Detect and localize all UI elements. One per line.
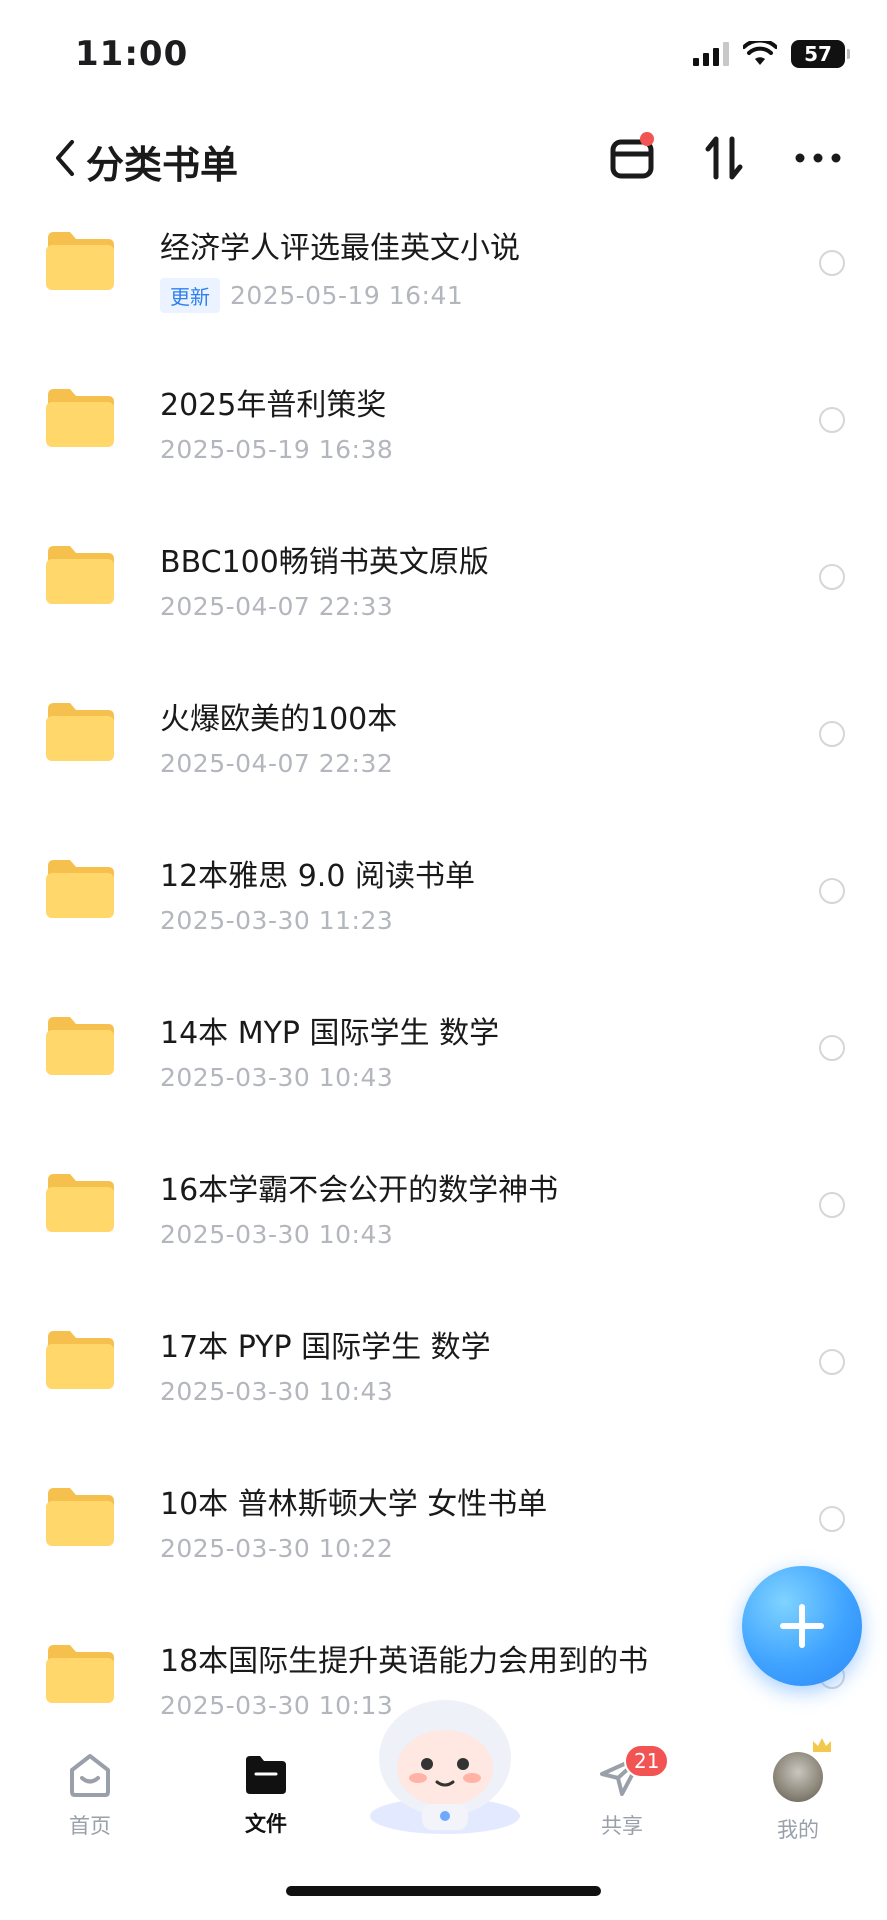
folder-row[interactable]: 火爆欧美的100本 2025-04-07 22:32	[0, 671, 887, 828]
tab-share-label: 共享	[601, 1814, 643, 1838]
folder-date: 2025-05-19 16:41	[230, 281, 464, 310]
folder-meta: 2025-03-30 10:22	[160, 1534, 393, 1563]
select-checkbox[interactable]	[819, 1506, 845, 1532]
folder-meta: 更新 2025-05-19 16:41	[160, 278, 463, 313]
folder-row[interactable]: 16本学霸不会公开的数学神书 2025-03-30 10:43	[0, 1142, 887, 1299]
folder-meta: 2025-03-30 10:43	[160, 1220, 393, 1249]
folder-icon	[46, 1174, 114, 1232]
cellular-signal-icon	[693, 42, 729, 66]
wifi-icon	[743, 41, 777, 65]
folder-date: 2025-03-30 10:43	[160, 1220, 394, 1249]
transfer-list-button[interactable]	[604, 130, 660, 186]
tab-files[interactable]: 文件	[206, 1752, 326, 1838]
select-checkbox[interactable]	[819, 878, 845, 904]
folder-meta: 2025-04-07 22:32	[160, 749, 393, 778]
folder-date: 2025-04-07 22:32	[160, 749, 394, 778]
sort-icon	[705, 136, 743, 180]
folder-row[interactable]: BBC100畅销书英文原版 2025-04-07 22:33	[0, 514, 887, 671]
folder-icon	[46, 546, 114, 604]
folder-name: 火爆欧美的100本	[160, 702, 398, 737]
updated-badge: 更新	[160, 278, 220, 313]
folder-meta: 2025-03-30 10:43	[160, 1377, 393, 1406]
folder-filled-icon	[246, 1756, 286, 1794]
status-time: 11:00	[75, 34, 189, 74]
folder-meta: 2025-03-30 11:23	[160, 906, 393, 935]
folder-icon	[46, 1017, 114, 1075]
tab-home[interactable]: 首页	[30, 1752, 150, 1840]
more-dots-icon	[795, 153, 841, 163]
folder-name: 17本 PYP 国际学生 数学	[160, 1330, 491, 1365]
navigation-header: 分类书单	[0, 120, 887, 196]
tab-home-label: 首页	[69, 1814, 111, 1838]
sort-button[interactable]	[696, 130, 752, 186]
select-checkbox[interactable]	[819, 1192, 845, 1218]
select-checkbox[interactable]	[819, 250, 845, 276]
folder-name: 10本 普林斯顿大学 女性书单	[160, 1487, 548, 1522]
folder-row[interactable]: 14本 MYP 国际学生 数学 2025-03-30 10:43	[0, 985, 887, 1142]
folder-icon	[46, 1645, 114, 1703]
folder-name: 12本雅思 9.0 阅读书单	[160, 859, 475, 894]
folder-date: 2025-03-30 10:22	[160, 1534, 394, 1563]
folder-icon	[46, 860, 114, 918]
share-count-badge: 21	[624, 1744, 670, 1778]
folder-meta: 2025-05-19 16:38	[160, 435, 393, 464]
folder-icon	[46, 1331, 114, 1389]
notification-dot	[640, 132, 654, 146]
tab-files-label: 文件	[245, 1812, 287, 1836]
folder-meta: 2025-04-07 22:33	[160, 592, 393, 621]
folder-icon	[46, 232, 114, 290]
tab-mine[interactable]: 我的	[738, 1738, 858, 1844]
folder-icon	[46, 1488, 114, 1546]
folder-row[interactable]: 2025年普利策奖 2025-05-19 16:38	[0, 357, 887, 514]
home-indicator	[286, 1886, 601, 1896]
folder-row[interactable]: 12本雅思 9.0 阅读书单 2025-03-30 11:23	[0, 828, 887, 985]
mascot-assistant-icon[interactable]	[360, 1696, 530, 1836]
folder-date: 2025-04-07 22:33	[160, 592, 394, 621]
avatar	[773, 1738, 831, 1802]
select-checkbox[interactable]	[819, 1349, 845, 1375]
select-checkbox[interactable]	[819, 721, 845, 747]
folder-name: 2025年普利策奖	[160, 388, 387, 423]
back-arrow-icon[interactable]	[50, 136, 80, 180]
tab-share[interactable]: 21 共享	[562, 1744, 682, 1840]
home-icon	[70, 1754, 110, 1797]
crown-icon	[813, 1738, 831, 1752]
status-bar: 11:00 57	[0, 0, 887, 110]
folder-meta: 2025-03-30 10:43	[160, 1063, 393, 1092]
folder-name: BBC100畅销书英文原版	[160, 545, 489, 580]
page-title: 分类书单	[86, 143, 239, 187]
folder-list: 经济学人评选最佳英文小说 更新 2025-05-19 16:41 2025年普利…	[0, 200, 887, 1770]
folder-name: 18本国际生提升英语能力会用到的书	[160, 1644, 649, 1679]
more-button[interactable]	[790, 130, 846, 186]
folder-date: 2025-03-30 10:43	[160, 1377, 394, 1406]
add-button[interactable]	[742, 1566, 862, 1686]
select-checkbox[interactable]	[819, 564, 845, 590]
select-checkbox[interactable]	[819, 1035, 845, 1061]
folder-date: 2025-03-30 10:43	[160, 1063, 394, 1092]
tab-mine-label: 我的	[777, 1818, 819, 1842]
folder-meta: 2025-03-30 10:13	[160, 1691, 393, 1720]
folder-name: 14本 MYP 国际学生 数学	[160, 1016, 500, 1051]
folder-row[interactable]: 经济学人评选最佳英文小说 更新 2025-05-19 16:41	[0, 200, 887, 357]
folder-date: 2025-03-30 11:23	[160, 906, 394, 935]
folder-date: 2025-03-30 10:13	[160, 1691, 394, 1720]
folder-name: 16本学霸不会公开的数学神书	[160, 1173, 559, 1208]
plus-icon	[780, 1604, 824, 1648]
folder-icon	[46, 389, 114, 447]
folder-row[interactable]: 17本 PYP 国际学生 数学 2025-03-30 10:43	[0, 1299, 887, 1456]
status-icons: 57	[693, 40, 850, 68]
battery-icon: 57	[791, 40, 850, 68]
folder-name: 经济学人评选最佳英文小说	[160, 231, 520, 266]
folder-date: 2025-05-19 16:38	[160, 435, 394, 464]
folder-icon	[46, 703, 114, 761]
select-checkbox[interactable]	[819, 407, 845, 433]
